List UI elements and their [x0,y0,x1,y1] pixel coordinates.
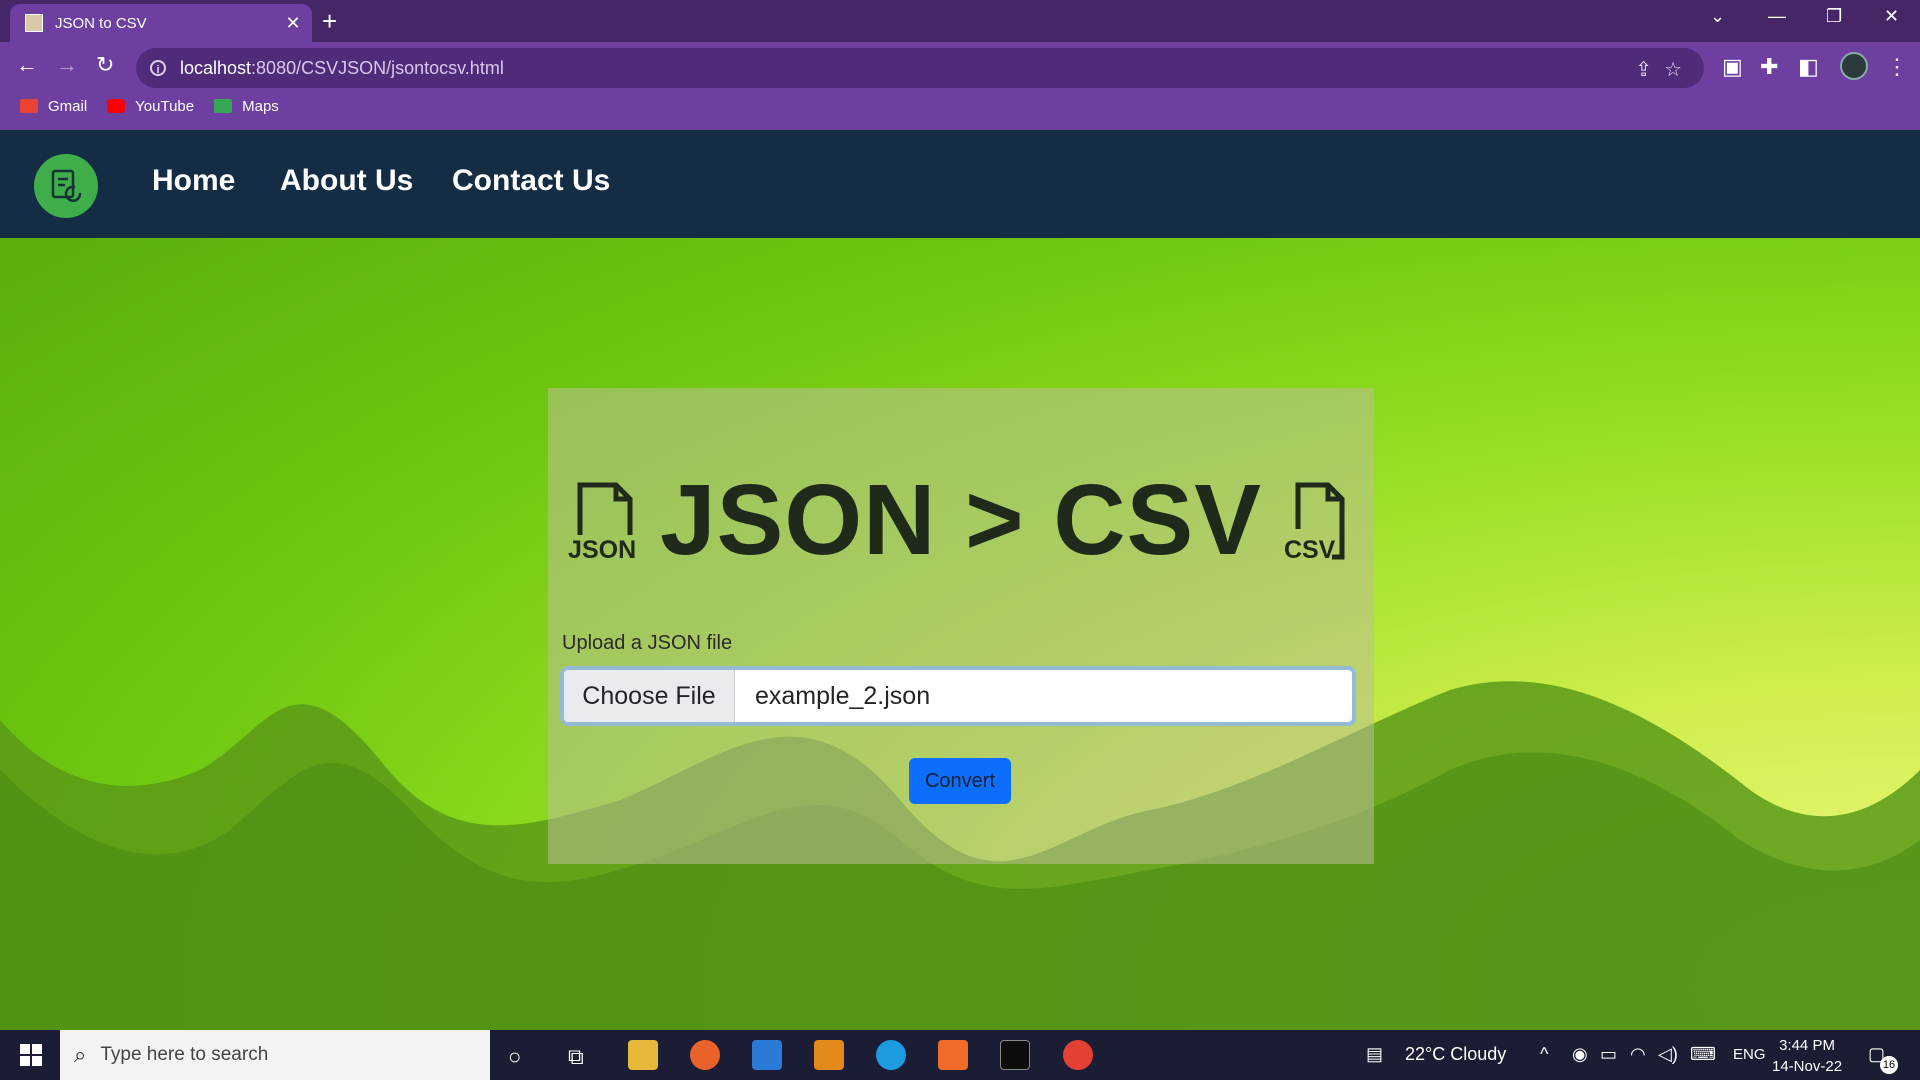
profile-avatar[interactable] [1840,52,1868,80]
file-explorer-icon[interactable] [628,1040,658,1070]
bookmark-youtube[interactable]: YouTube [107,98,194,115]
meet-icon[interactable]: ◉ [1572,1044,1588,1065]
bookmark-maps[interactable]: Maps [214,98,279,115]
share-icon[interactable]: ⇪ [1635,57,1652,82]
battery-icon[interactable]: ▭ [1600,1044,1617,1065]
youtube-icon [107,99,126,113]
tab-strip: JSON to CSV ✕ + ⌄ — ❐ ✕ [0,0,1920,42]
edge-icon[interactable] [876,1040,906,1070]
weather-text[interactable]: 22°C Cloudy [1405,1044,1506,1065]
side-panel-icon[interactable]: ◧ [1798,54,1819,80]
convert-button[interactable]: Convert [909,758,1011,804]
json-file-input[interactable]: Choose File example_2.json [560,666,1356,726]
tray-chevron-icon[interactable]: ^ [1540,1044,1548,1065]
site-info-icon[interactable]: i [150,60,166,76]
close-tab-icon[interactable]: ✕ [280,13,306,34]
title-text: JSON > CSV [660,463,1262,576]
firefox-icon[interactable] [690,1040,720,1070]
browser-tab[interactable]: JSON to CSV ✕ [10,4,312,42]
puzzle-extensions-icon[interactable]: ✚ [1760,54,1778,80]
tab-search-icon[interactable]: ⌄ [1710,6,1725,27]
selected-file-name: example_2.json [755,681,931,710]
maps-icon [214,99,233,113]
bookmarks-bar: Gmail YouTube Maps [0,92,279,120]
upload-label: Upload a JSON file [562,632,733,654]
wifi-icon[interactable]: ◠ [1630,1044,1646,1065]
site-navbar: Home About Us Contact Us [0,130,1920,238]
url-text: localhost:8080/CSVJSON/jsontocsv.html [180,57,504,78]
weather-icon[interactable]: ▤ [1366,1044,1383,1065]
search-placeholder: Type here to search [100,1044,269,1065]
address-bar[interactable]: i localhost:8080/CSVJSON/jsontocsv.html … [136,48,1704,88]
page-title: JSON JSON > CSV CSV [548,460,1374,580]
site-logo-icon[interactable] [34,154,98,218]
window-close-icon[interactable]: ✕ [1884,6,1899,27]
gmail-icon [20,99,38,113]
search-icon: ⌕ [74,1042,87,1067]
sublime-text-icon[interactable] [814,1040,844,1070]
notification-count-badge: 16 [1880,1056,1898,1074]
menu-icon[interactable]: ⋮ [1886,54,1908,80]
xampp-icon[interactable] [938,1040,968,1070]
file-convert-icon [51,169,82,202]
cortana-icon[interactable]: ○ [508,1044,521,1070]
extension-icon[interactable]: ▣ [1722,54,1743,80]
bookmark-gmail[interactable]: Gmail [20,98,87,115]
tab-title: JSON to CSV [55,14,147,32]
back-icon[interactable]: ← [16,52,38,78]
task-view-icon[interactable]: ⧉ [568,1044,584,1070]
csv-file-icon: CSV [1284,479,1350,564]
nav-link-about-us[interactable]: About Us [280,164,413,198]
nav-link-home[interactable]: Home [152,164,235,198]
mail-icon[interactable] [752,1040,782,1070]
windows-taskbar: ⌕ Type here to search ○ ⧉ ▤ 22°C Cloudy … [0,1030,1920,1080]
choose-file-button[interactable]: Choose File [564,670,735,722]
converter-card: JSON JSON > CSV CSV Upload a JSON file C… [548,388,1374,864]
restore-icon[interactable]: ❐ [1826,6,1842,27]
language-indicator[interactable]: ENG [1733,1046,1766,1063]
taskbar-search[interactable]: ⌕ Type here to search [60,1030,490,1080]
system-clock[interactable]: 3:44 PM 14-Nov-22 [1772,1035,1842,1077]
page-favicon-icon [25,14,43,32]
page-content: Home About Us Contact Us JSON JSON > CSV… [0,130,1920,1030]
reload-icon[interactable]: ↻ [96,52,114,78]
chrome-icon[interactable] [1063,1040,1093,1070]
json-file-icon: JSON [568,479,638,564]
new-tab-button[interactable]: + [322,6,337,37]
keyboard-icon[interactable]: ⌨ [1690,1044,1716,1065]
browser-toolbar: ← → ↻ i localhost:8080/CSVJSON/jsontocsv… [0,42,1920,130]
bookmark-star-icon[interactable]: ☆ [1664,57,1682,82]
forward-icon[interactable]: → [56,52,78,78]
nav-link-contact-us[interactable]: Contact Us [452,164,610,198]
minimize-icon[interactable]: — [1768,6,1786,27]
volume-icon[interactable]: ◁) [1658,1044,1678,1065]
terminal-icon[interactable] [1000,1040,1030,1070]
windows-start-icon[interactable] [20,1044,42,1066]
